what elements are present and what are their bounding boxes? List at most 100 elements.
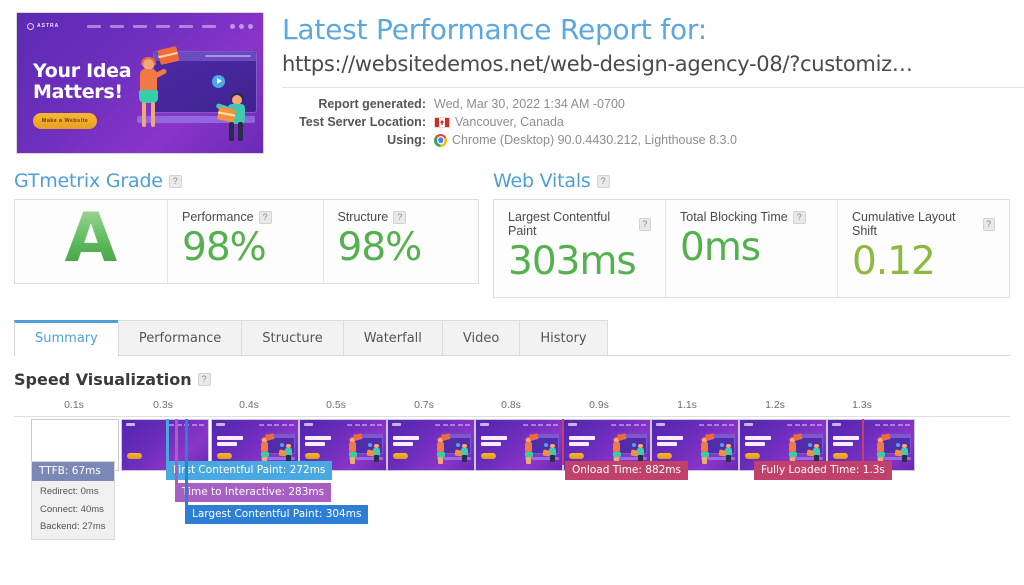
speed-visualization-section: Speed Visualization ? 0.1s0.3s0.4s0.5s0.… (0, 356, 1024, 539)
help-icon[interactable]: ? (169, 175, 182, 188)
web-vitals-panel: Largest Contentful Paint ? 303ms Total B… (493, 199, 1010, 298)
onload-time-line (562, 419, 564, 465)
frame-headline (569, 436, 595, 449)
ttfb-detail: Backend: 27ms (32, 516, 114, 534)
frame-nav (656, 423, 734, 427)
tab-performance[interactable]: Performance (118, 320, 242, 355)
metric-label: Structure (338, 210, 389, 224)
frame-nav (304, 423, 382, 427)
frame-nav (480, 423, 558, 427)
timeline-tick: 1.1s (677, 399, 697, 411)
site-screenshot-thumbnail[interactable]: ASTRA Your Idea Matters! Make a Website (16, 12, 264, 154)
ttfb-detail: Connect: 40ms (32, 499, 114, 517)
help-icon[interactable]: ? (983, 218, 995, 231)
overall-grade-cell: A (15, 200, 167, 283)
illustration-play-icon (212, 75, 225, 88)
test-server-location-value: Vancouver, Canada (455, 115, 564, 129)
timeline-tick: 0.4s (239, 399, 259, 411)
section-title: Speed Visualization (14, 370, 192, 389)
meta-label: Using (282, 133, 426, 147)
frame-cta-button (657, 453, 672, 459)
onload-time-label[interactable]: Onload Time: 882ms (565, 461, 688, 480)
frame-cta-button (393, 453, 408, 459)
timeline-tick: 0.1s (64, 399, 84, 411)
frame-cta-button (745, 453, 760, 459)
metric-label: Cumulative Layout Shift (852, 210, 978, 238)
largest-contentful-paint-cell: Largest Contentful Paint ? 303ms (494, 200, 665, 297)
largest-contentful-paint-value: 303ms (508, 242, 651, 283)
tab-history[interactable]: History (519, 320, 607, 355)
help-icon[interactable]: ? (597, 175, 610, 188)
structure-score-value: 98% (338, 228, 465, 269)
timeline-tick: 1.2s (765, 399, 785, 411)
frame-cta-button (833, 453, 848, 459)
cumulative-layout-shift-cell: Cumulative Layout Shift ? 0.12 (837, 200, 1009, 297)
filmstrip-frame[interactable] (475, 419, 563, 471)
section-title: GTmetrix Grade (14, 170, 163, 192)
first-contentful-paint-line (166, 419, 169, 465)
help-icon[interactable]: ? (793, 211, 806, 224)
report-metadata: Report generated Wed, Mar 30, 2022 1:34 … (282, 97, 1024, 147)
gtmetrix-grade-panel: A Performance ? 98% Structure ? 98% (14, 199, 479, 284)
timeline-tick: 0.8s (501, 399, 521, 411)
filmstrip-frame[interactable] (387, 419, 475, 471)
illustration-person-left (135, 59, 165, 131)
tab-structure[interactable]: Structure (241, 320, 343, 355)
frame-nav (568, 423, 646, 427)
total-blocking-time-value: 0ms (680, 228, 823, 269)
metric-label: Performance (182, 210, 254, 224)
section-title: Web Vitals (493, 170, 591, 192)
help-icon[interactable]: ? (259, 211, 272, 224)
frame-cta-button (569, 453, 584, 459)
performance-score-value: 98% (182, 228, 309, 269)
title-divider (282, 87, 1024, 88)
timeline-tick: 0.9s (589, 399, 609, 411)
tab-summary[interactable]: Summary (14, 320, 119, 356)
frame-headline (393, 436, 419, 449)
fully-loaded-time-label[interactable]: Fully Loaded Time: 1.3s (754, 461, 892, 480)
tab-video[interactable]: Video (442, 320, 520, 355)
report-generated-value: Wed, Mar 30, 2022 1:34 AM -0700 (434, 97, 625, 111)
astra-logo: ASTRA (27, 23, 59, 30)
logo-mark-icon (27, 23, 34, 30)
frame-headline (833, 436, 859, 449)
report-header: ASTRA Your Idea Matters! Make a Website (0, 0, 1024, 154)
chrome-icon (434, 134, 447, 147)
help-icon[interactable]: ? (198, 373, 211, 386)
timeline-tick: 1.3s (852, 399, 872, 411)
hero-cta-button: Make a Website (33, 113, 97, 129)
hero-nav: ASTRA (17, 19, 263, 33)
meta-row-using: Using Chrome (Desktop) 90.0.4430.212, Li… (282, 133, 1024, 147)
meta-value: Wed, Mar 30, 2022 1:34 AM -0700 (426, 97, 625, 111)
hero-headline: Your Idea Matters! Make a Website (33, 61, 131, 129)
meta-label: Test Server Location (282, 115, 426, 129)
report-url[interactable]: https://websitedemos.net/web-design-agen… (282, 52, 1024, 77)
structure-label-row: Structure ? (338, 210, 465, 224)
frame-headline (745, 436, 771, 449)
grade-letter: A (65, 205, 118, 273)
report-title-block: Latest Performance Report for: https://w… (264, 12, 1024, 154)
time-to-interactive-label[interactable]: Time to Interactive: 283ms (175, 483, 331, 502)
brand-name: ASTRA (37, 23, 59, 29)
frame-nav (744, 423, 822, 427)
gtmetrix-grade-heading: GTmetrix Grade ? (14, 170, 479, 192)
performance-label-row: Performance ? (182, 210, 309, 224)
ttfb-box[interactable]: TTFB: 67msRedirect: 0msConnect: 40msBack… (31, 461, 115, 540)
frame-headline (305, 436, 331, 449)
page-title: Latest Performance Report for: (282, 14, 1024, 46)
meta-row-report-generated: Report generated Wed, Mar 30, 2022 1:34 … (282, 97, 1024, 111)
frame-headline (481, 436, 507, 449)
largest-contentful-paint-line (185, 419, 188, 509)
timeline-tick: 0.7s (414, 399, 434, 411)
help-icon[interactable]: ? (639, 218, 651, 231)
web-vitals-section: Web Vitals ? Largest Contentful Paint ? … (493, 170, 1010, 298)
first-contentful-paint-label[interactable]: First Contentful Paint: 272ms (166, 461, 332, 480)
scores-row: GTmetrix Grade ? A Performance ? 98% Str… (0, 170, 1024, 298)
hero-headline-line1: Your Idea (33, 61, 131, 82)
largest-contentful-paint-label[interactable]: Largest Contentful Paint: 304ms (185, 505, 368, 524)
hero-headline-line2: Matters! (33, 82, 131, 103)
hero-social-icons (230, 24, 253, 29)
help-icon[interactable]: ? (393, 211, 406, 224)
tab-waterfall[interactable]: Waterfall (343, 320, 443, 355)
web-vitals-heading: Web Vitals ? (493, 170, 1010, 192)
